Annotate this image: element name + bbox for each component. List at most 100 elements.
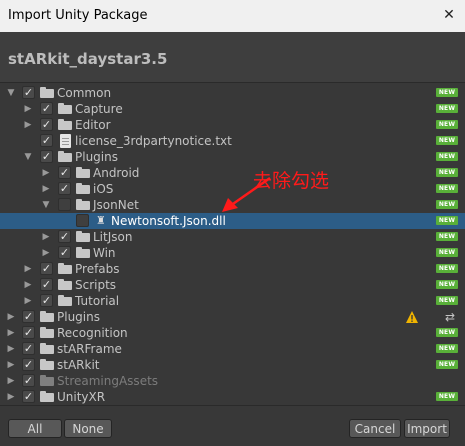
tree-label-editor: Editor: [75, 118, 111, 132]
new-badge: NEW: [436, 120, 458, 129]
chevron-right-icon[interactable]: ▶: [23, 277, 33, 293]
tree-label-starkit: stARkit: [57, 358, 100, 372]
new-badge: NEW: [436, 264, 458, 273]
checkbox-starkit[interactable]: ✓: [22, 358, 35, 371]
tree-label-ios: iOS: [93, 182, 114, 196]
chevron-right-icon[interactable]: ▶: [6, 373, 16, 389]
checkbox-win[interactable]: ✓: [58, 246, 71, 259]
tree-label-scripts: Scripts: [75, 278, 117, 292]
warning-icon: [406, 311, 418, 323]
new-badge: NEW: [436, 152, 458, 161]
checkbox-ios[interactable]: ✓: [58, 182, 71, 195]
chevron-right-icon[interactable]: ▶: [41, 181, 51, 197]
tree-label-newtonsoft: Newtonsoft.Json.dll: [111, 214, 226, 228]
chevron-right-icon[interactable]: ▶: [6, 341, 16, 357]
dialog-footer: All None Cancel Import: [0, 405, 465, 446]
checkbox-root-plugins[interactable]: ✓: [22, 310, 35, 323]
package-name: stARkit_daystar3.5: [8, 50, 168, 68]
tree-row-scripts[interactable]: ▶ ✓ Scripts NEW: [0, 277, 465, 293]
cancel-button[interactable]: Cancel: [349, 419, 401, 438]
checkbox-recognition[interactable]: ✓: [22, 326, 35, 339]
tree-label-capture: Capture: [75, 102, 123, 116]
tree-label-android: Android: [93, 166, 140, 180]
tree-row-starframe[interactable]: ▶ ✓ stARFrame NEW: [0, 341, 465, 357]
new-badge: NEW: [436, 296, 458, 305]
folder-icon: [40, 375, 54, 386]
checkbox-common[interactable]: ✓: [22, 86, 35, 99]
chevron-right-icon[interactable]: ▶: [23, 261, 33, 277]
tree-row-common[interactable]: ▼ ✓ Common NEW: [0, 85, 465, 101]
checkbox-capture[interactable]: ✓: [40, 102, 53, 115]
checkbox-streamingassets[interactable]: ✓: [22, 374, 35, 387]
tree-row-root-plugins[interactable]: ▶ ✓ Plugins ⇄: [0, 309, 465, 325]
folder-icon: [58, 103, 72, 114]
package-tree: ▼ ✓ Common NEW ▶ ✓ Capture NEW ▶ ✓ Edito…: [0, 83, 465, 405]
new-badge: NEW: [436, 248, 458, 257]
checkbox-license[interactable]: ✓: [40, 134, 53, 147]
chevron-right-icon[interactable]: ▶: [6, 389, 16, 405]
folder-icon: [58, 119, 72, 130]
tree-row-unityxr[interactable]: ▶ ✓ UnityXR NEW: [0, 389, 465, 405]
text-file-icon: [60, 134, 71, 148]
tree-row-prefabs[interactable]: ▶ ✓ Prefabs NEW: [0, 261, 465, 277]
folder-icon: [58, 151, 72, 162]
close-icon[interactable]: ✕: [441, 7, 457, 23]
window-titlebar: Import Unity Package ✕: [0, 0, 465, 32]
folder-icon: [40, 327, 54, 338]
folder-icon: [76, 247, 90, 258]
tree-row-capture[interactable]: ▶ ✓ Capture NEW: [0, 101, 465, 117]
tree-row-litjson[interactable]: ▶ ✓ LitJson NEW: [0, 229, 465, 245]
tree-label-jsonnet: JsonNet: [93, 198, 139, 212]
checkbox-starframe[interactable]: ✓: [22, 342, 35, 355]
chevron-down-icon[interactable]: ▼: [23, 149, 33, 165]
checkbox-jsonnet[interactable]: [58, 198, 71, 211]
chevron-right-icon[interactable]: ▶: [6, 357, 16, 373]
dll-file-icon: ♜: [96, 214, 106, 227]
checkbox-editor[interactable]: ✓: [40, 118, 53, 131]
checkbox-prefabs[interactable]: ✓: [40, 262, 53, 275]
new-badge: NEW: [436, 392, 458, 401]
chevron-right-icon[interactable]: ▶: [41, 245, 51, 261]
folder-icon: [40, 87, 54, 98]
checkbox-scripts[interactable]: ✓: [40, 278, 53, 291]
chevron-right-icon[interactable]: ▶: [23, 101, 33, 117]
checkbox-plugins[interactable]: ✓: [40, 150, 53, 163]
none-button[interactable]: None: [64, 419, 112, 438]
chevron-right-icon[interactable]: ▶: [41, 165, 51, 181]
new-badge: NEW: [436, 168, 458, 177]
chevron-right-icon[interactable]: ▶: [23, 293, 33, 309]
tree-label-prefabs: Prefabs: [75, 262, 120, 276]
checkbox-android[interactable]: ✓: [58, 166, 71, 179]
checkbox-litjson[interactable]: ✓: [58, 230, 71, 243]
checkbox-newtonsoft[interactable]: [76, 214, 89, 227]
tree-row-streamingassets[interactable]: ▶ ✓ StreamingAssets: [0, 373, 465, 389]
import-button[interactable]: Import: [404, 419, 450, 438]
tree-row-win[interactable]: ▶ ✓ Win NEW: [0, 245, 465, 261]
chevron-down-icon[interactable]: ▼: [41, 197, 51, 213]
tree-label-starframe: stARFrame: [57, 342, 122, 356]
chevron-right-icon[interactable]: ▶: [23, 117, 33, 133]
tree-row-starkit[interactable]: ▶ ✓ stARkit NEW: [0, 357, 465, 373]
new-badge: NEW: [436, 344, 458, 353]
new-badge: NEW: [436, 280, 458, 289]
all-button[interactable]: All: [8, 419, 62, 438]
tree-row-tutorial[interactable]: ▶ ✓ Tutorial NEW: [0, 293, 465, 309]
chevron-down-icon[interactable]: ▼: [6, 85, 16, 101]
tree-row-editor[interactable]: ▶ ✓ Editor NEW: [0, 117, 465, 133]
new-badge: NEW: [436, 200, 458, 209]
tree-row-license[interactable]: ✓ license_3rdpartynotice.txt NEW: [0, 133, 465, 149]
tree-row-recognition[interactable]: ▶ ✓ Recognition NEW: [0, 325, 465, 341]
checkbox-tutorial[interactable]: ✓: [40, 294, 53, 307]
checkbox-unityxr[interactable]: ✓: [22, 390, 35, 403]
new-badge: NEW: [436, 104, 458, 113]
new-badge: NEW: [436, 88, 458, 97]
folder-icon: [40, 343, 54, 354]
swap-icon: ⇄: [444, 310, 455, 324]
tree-label-unityxr: UnityXR: [57, 390, 106, 404]
tree-row-plugins[interactable]: ▼ ✓ Plugins NEW: [0, 149, 465, 165]
new-badge: NEW: [436, 232, 458, 241]
tree-label-recognition: Recognition: [57, 326, 128, 340]
chevron-right-icon[interactable]: ▶: [41, 229, 51, 245]
chevron-right-icon[interactable]: ▶: [6, 325, 16, 341]
chevron-right-icon[interactable]: ▶: [6, 309, 16, 325]
